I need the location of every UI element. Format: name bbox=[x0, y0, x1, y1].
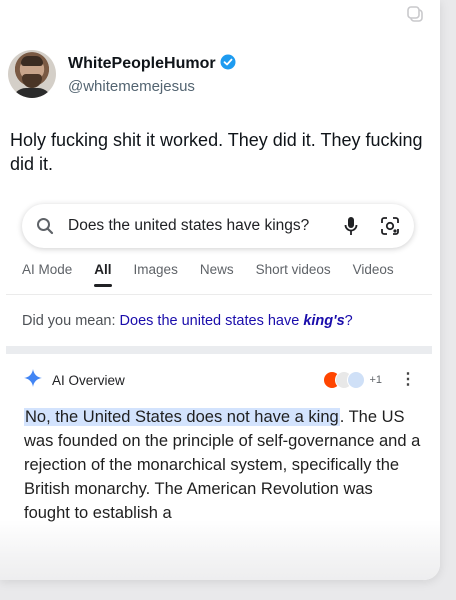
copy-icon[interactable] bbox=[400, 0, 430, 28]
more-vert-icon[interactable]: ⋮ bbox=[400, 372, 416, 388]
tab-videos[interactable]: Videos bbox=[353, 260, 394, 277]
suggestion-suffix[interactable]: ? bbox=[345, 313, 353, 329]
mic-icon[interactable] bbox=[344, 216, 358, 236]
tab-news[interactable]: News bbox=[200, 260, 234, 277]
gemini-sparkle-icon bbox=[24, 368, 42, 392]
ai-overview-text: No, the United States does not have a ki… bbox=[24, 405, 422, 525]
display-name-text[interactable]: WhitePeopleHumor bbox=[68, 55, 216, 73]
did-you-mean-prefix: Did you mean: bbox=[22, 313, 116, 329]
search-input[interactable]: Does the united states have kings? bbox=[68, 217, 344, 235]
source-icon bbox=[347, 371, 366, 389]
ai-highlight: No, the United States does not have a ki… bbox=[24, 408, 340, 426]
avatar[interactable] bbox=[8, 50, 56, 98]
bottom-fade bbox=[0, 520, 440, 580]
tweet-text: Holy fucking shit it worked. They did it… bbox=[10, 130, 423, 174]
search-bar[interactable]: Does the united states have kings? bbox=[22, 204, 414, 248]
user-handle[interactable]: @whitememejesus bbox=[68, 78, 236, 95]
lens-icon[interactable] bbox=[380, 216, 400, 236]
tweet-card: WhitePeopleHumor @whitememejesus Holy fu… bbox=[0, 0, 440, 580]
display-name[interactable]: WhitePeopleHumor bbox=[68, 54, 236, 75]
search-tabs: AI Mode All Images News Short videos Vid… bbox=[22, 260, 432, 294]
tab-images[interactable]: Images bbox=[134, 260, 178, 277]
section-divider bbox=[6, 346, 432, 354]
tab-all[interactable]: All bbox=[94, 260, 112, 287]
search-icon bbox=[36, 217, 54, 235]
did-you-mean: Did you mean: Does the united states hav… bbox=[22, 313, 353, 329]
source-count: +1 bbox=[369, 374, 382, 386]
ai-overview-title: AI Overview bbox=[52, 372, 125, 388]
tab-ai-mode[interactable]: AI Mode bbox=[22, 260, 72, 277]
tweet-header: WhitePeopleHumor @whitememejesus bbox=[8, 48, 236, 100]
ai-overview-header: AI Overview +1 ⋮ bbox=[24, 368, 416, 392]
suggestion-bold[interactable]: king's bbox=[303, 313, 344, 329]
tab-short-videos[interactable]: Short videos bbox=[256, 260, 331, 277]
tabs-divider bbox=[6, 294, 432, 295]
did-you-mean-link[interactable]: Does the united states have king's? bbox=[120, 313, 353, 329]
verified-badge-icon bbox=[220, 54, 236, 75]
ai-sources[interactable]: +1 bbox=[323, 371, 382, 389]
suggestion-text[interactable]: Does the united states have bbox=[120, 313, 300, 329]
